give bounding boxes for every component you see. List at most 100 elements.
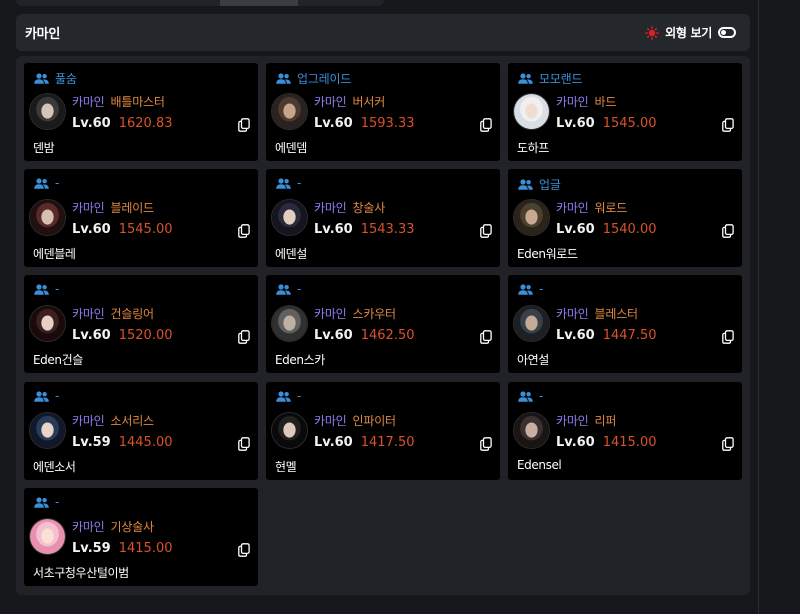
server-name: 카마인 [556, 414, 589, 428]
character-card[interactable]: - 카마인 리퍼 Lv.60 1415.00 Edensel [508, 382, 742, 480]
character-card[interactable]: - 카마인 블레스터 Lv.60 1447.50 아연설 [508, 275, 742, 373]
character-level: Lv.60 [314, 328, 353, 343]
character-card[interactable]: - 카마인 인파이터 Lv.60 1417.50 현멜 [266, 382, 500, 480]
appearance-toggle-label: 외형 보기 [665, 26, 712, 40]
level-line: Lv.60 1447.50 [556, 328, 657, 343]
server-class-line: 카마인 소서리스 [72, 412, 154, 429]
users-icon [518, 390, 533, 402]
class-name: 리퍼 [594, 414, 617, 428]
character-avatar [29, 518, 66, 555]
character-level: Lv.60 [72, 222, 111, 237]
class-name: 기상술사 [110, 520, 155, 534]
server-class-line: 카마인 배틀마스터 [72, 93, 165, 110]
item-level: 1445.00 [118, 435, 173, 450]
level-line: Lv.59 1445.00 [72, 435, 173, 450]
party-row: - [276, 389, 301, 403]
character-name: Eden워로드 [517, 247, 578, 261]
class-name: 버서커 [352, 95, 386, 109]
copy-icon[interactable] [722, 224, 734, 238]
character-name: 아연설 [517, 353, 549, 367]
level-line: Lv.60 1462.50 [314, 328, 415, 343]
character-avatar [271, 93, 308, 130]
character-card[interactable]: 업그레이드 카마인 버서커 Lv.60 1593.33 에덴뎀 [266, 63, 500, 161]
character-card[interactable]: - 카마인 스카우터 Lv.60 1462.50 Eden스카 [266, 275, 500, 373]
character-card[interactable]: - 카마인 건슬링어 Lv.60 1520.00 Eden건슬 [24, 275, 258, 373]
copy-icon[interactable] [238, 224, 250, 238]
users-icon [276, 73, 291, 84]
class-name: 워로드 [594, 201, 628, 215]
level-line: Lv.60 1545.00 [72, 222, 173, 237]
copy-icon[interactable] [480, 437, 492, 451]
level-line: Lv.60 1620.83 [72, 116, 173, 131]
copy-icon[interactable] [722, 330, 734, 344]
character-level: Lv.60 [556, 435, 595, 450]
copy-icon[interactable] [238, 437, 250, 451]
server-name: 카마인 [314, 95, 347, 109]
character-avatar [271, 305, 308, 342]
level-line: Lv.60 1520.00 [72, 328, 173, 343]
party-row: - [34, 176, 59, 190]
character-name: 에덴블레 [33, 247, 76, 261]
appearance-toggle-group[interactable]: 외형 보기 [645, 24, 736, 41]
party-row: - [518, 282, 543, 296]
character-level: Lv.60 [314, 222, 353, 237]
party-name: 모모랜드 [539, 72, 583, 86]
character-card[interactable]: - 카마인 기상술사 Lv.59 1415.00 서초구청우산털이범 [24, 488, 258, 586]
item-level: 1447.50 [602, 328, 657, 343]
party-row: - [276, 176, 301, 190]
active-tab-indicator[interactable] [220, 0, 298, 6]
item-level: 1543.33 [360, 222, 415, 237]
party-name: 업그레이드 [297, 72, 352, 86]
server-class-line: 카마인 기상술사 [72, 518, 154, 535]
item-level: 1462.50 [360, 328, 415, 343]
users-icon [34, 73, 49, 84]
character-avatar [29, 93, 66, 130]
character-level: Lv.59 [72, 435, 111, 450]
character-card[interactable]: - 카마인 블레이드 Lv.60 1545.00 에덴블레 [24, 169, 258, 267]
users-icon [276, 390, 291, 402]
character-name: Eden건슬 [33, 353, 83, 367]
party-row: - [34, 495, 59, 509]
sun-icon [645, 25, 660, 40]
party-row: 모모랜드 [518, 70, 583, 87]
class-name: 블레이드 [110, 201, 155, 215]
character-card[interactable]: - 카마인 소서리스 Lv.59 1445.00 에덴소서 [24, 382, 258, 480]
copy-icon[interactable] [480, 330, 492, 344]
character-card[interactable]: 풀숨 카마인 배틀마스터 Lv.60 1620.83 덴밤 [24, 63, 258, 161]
copy-icon[interactable] [238, 543, 250, 557]
copy-icon[interactable] [722, 118, 734, 132]
server-name: 카마인 [556, 307, 589, 321]
item-level: 1620.83 [118, 116, 173, 131]
character-avatar [513, 93, 550, 130]
character-avatar [513, 199, 550, 236]
toggle-icon[interactable] [718, 27, 736, 38]
item-level: 1545.00 [118, 222, 173, 237]
character-grid: 풀숨 카마인 배틀마스터 Lv.60 1620.83 덴밤 업그레이드 카마인 버서커 [16, 56, 750, 595]
copy-icon[interactable] [480, 118, 492, 132]
server-class-line: 카마인 블레이드 [72, 199, 154, 216]
item-level: 1545.00 [602, 116, 657, 131]
copy-icon[interactable] [238, 330, 250, 344]
class-name: 소서리스 [110, 414, 155, 428]
top-tab-bar [16, 0, 384, 6]
users-icon [276, 177, 291, 189]
copy-icon[interactable] [722, 437, 734, 451]
copy-icon[interactable] [480, 224, 492, 238]
party-name: - [297, 282, 302, 296]
users-icon [34, 177, 49, 189]
character-card[interactable]: 모모랜드 카마인 바드 Lv.60 1545.00 도하프 [508, 63, 742, 161]
level-line: Lv.60 1543.33 [314, 222, 415, 237]
server-class-line: 카마인 건슬링어 [72, 305, 154, 322]
party-name: 업글 [539, 178, 561, 192]
scrollbar[interactable] [758, 0, 759, 614]
copy-icon[interactable] [238, 118, 250, 132]
server-name: 카마인 [72, 307, 105, 321]
server-class-line: 카마인 인파이터 [314, 412, 396, 429]
party-name: - [297, 389, 302, 403]
character-card[interactable]: - 카마인 창술사 Lv.60 1543.33 에덴설 [266, 169, 500, 267]
server-name: 카마인 [556, 95, 589, 109]
class-name: 배틀마스터 [110, 95, 165, 109]
server-class-line: 카마인 리퍼 [556, 412, 616, 429]
character-card[interactable]: 업글 카마인 워로드 Lv.60 1540.00 Eden워로드 [508, 169, 742, 267]
server-name: 카마인 [314, 201, 347, 215]
